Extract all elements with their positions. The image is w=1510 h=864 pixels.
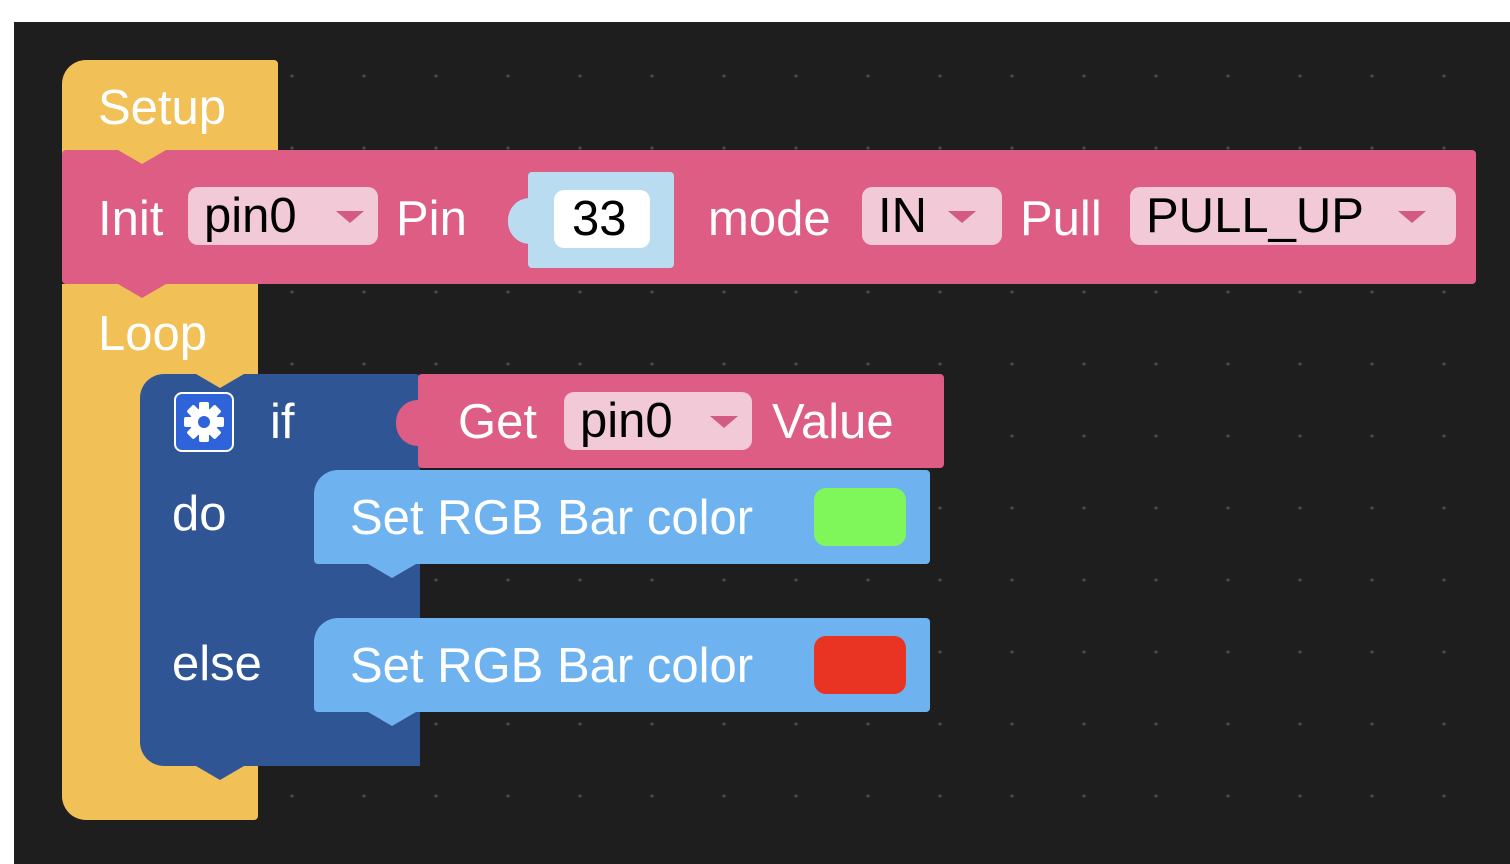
color-swatch-red[interactable]	[814, 636, 906, 694]
loop-label: Loop	[98, 307, 208, 361]
set-rgb-do-label: Set RGB Bar color	[350, 491, 754, 545]
mode-dropdown[interactable]: IN	[862, 187, 1002, 245]
chevron-down-icon	[336, 211, 364, 223]
if-mutator-button[interactable]	[174, 392, 234, 452]
mode-value: IN	[878, 189, 927, 243]
do-label: do	[172, 487, 227, 541]
if-connector	[196, 766, 244, 780]
else-label: else	[172, 637, 262, 691]
setup-connector	[118, 150, 166, 164]
pull-label: Pull	[1020, 192, 1102, 246]
setup-label: Setup	[98, 81, 227, 135]
chevron-down-icon	[1398, 211, 1426, 223]
pull-dropdown[interactable]: PULL_UP	[1130, 187, 1456, 245]
pull-value: PULL_UP	[1146, 189, 1364, 243]
get-pin-variable-dropdown[interactable]: pin0	[564, 392, 752, 450]
value-label: Value	[772, 395, 894, 449]
if-label: if	[270, 395, 295, 449]
set-rgb-do-connector	[368, 564, 416, 578]
mode-label: mode	[708, 192, 831, 246]
pin-number-field[interactable]: 33	[554, 190, 650, 248]
loop-connector	[196, 374, 244, 388]
get-pin-variable-value: pin0	[580, 394, 673, 448]
color-swatch-green[interactable]	[814, 488, 906, 546]
set-rgb-else-label: Set RGB Bar color	[350, 639, 754, 693]
pin-variable-value: pin0	[204, 189, 297, 243]
pin-variable-dropdown[interactable]: pin0	[188, 187, 378, 245]
set-rgb-else-connector	[368, 712, 416, 726]
init-connector	[118, 284, 166, 298]
get-label: Get	[458, 395, 537, 449]
gear-icon	[184, 402, 224, 442]
pin-label: Pin	[396, 192, 467, 246]
init-label: Init	[98, 192, 164, 246]
chevron-down-icon	[710, 416, 738, 428]
blockly-workspace[interactable]: Setup Loop Init pin0 Pin 33 mode IN Pull…	[14, 22, 1510, 864]
chevron-down-icon	[948, 211, 976, 223]
